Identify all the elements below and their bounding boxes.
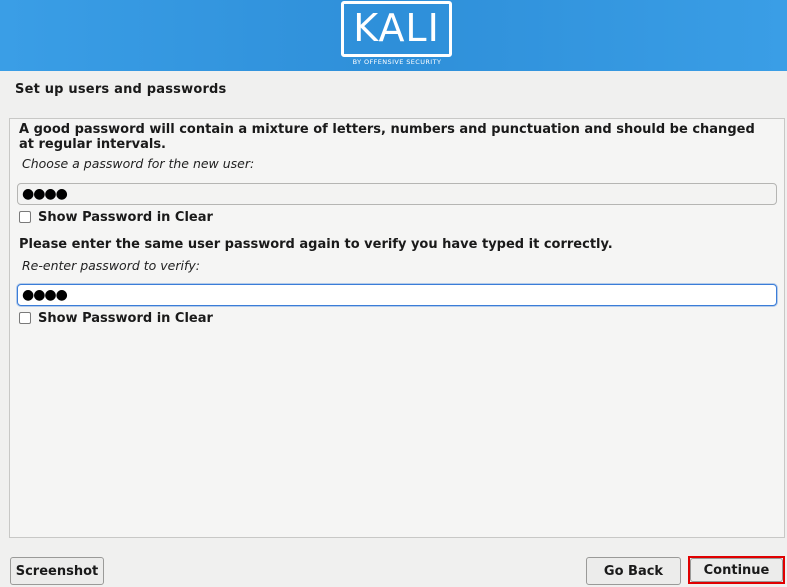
verify-instruction-text: Please enter the same user password agai… bbox=[19, 237, 613, 252]
form-panel bbox=[9, 118, 785, 538]
logo-text: KALI bbox=[353, 6, 440, 50]
show-verify-password-checkbox[interactable] bbox=[19, 312, 31, 324]
kali-logo: KALI BY OFFENSIVE SECURITY bbox=[341, 0, 453, 70]
show-password-checkbox[interactable] bbox=[19, 211, 31, 223]
continue-highlight-box bbox=[688, 556, 785, 584]
go-back-button[interactable]: Go Back bbox=[586, 557, 681, 585]
show-password-toggle[interactable]: Show Password in Clear bbox=[19, 209, 213, 225]
show-verify-password-label: Show Password in Clear bbox=[38, 310, 213, 326]
password-guidance-text: A good password will contain a mixture o… bbox=[19, 122, 755, 152]
password-input[interactable]: ●●●● bbox=[17, 183, 777, 205]
screenshot-button[interactable]: Screenshot bbox=[10, 557, 104, 585]
installer-banner: KALI BY OFFENSIVE SECURITY bbox=[0, 0, 787, 71]
show-password-label: Show Password in Clear bbox=[38, 209, 213, 225]
verify-field-label: Re-enter password to verify: bbox=[22, 258, 200, 273]
show-verify-password-toggle[interactable]: Show Password in Clear bbox=[19, 310, 213, 326]
verify-password-input[interactable]: ●●●● bbox=[17, 284, 777, 306]
logo-tagline: BY OFFENSIVE SECURITY bbox=[352, 58, 442, 66]
password-field-label: Choose a password for the new user: bbox=[22, 156, 255, 171]
page-title: Set up users and passwords bbox=[15, 82, 227, 97]
